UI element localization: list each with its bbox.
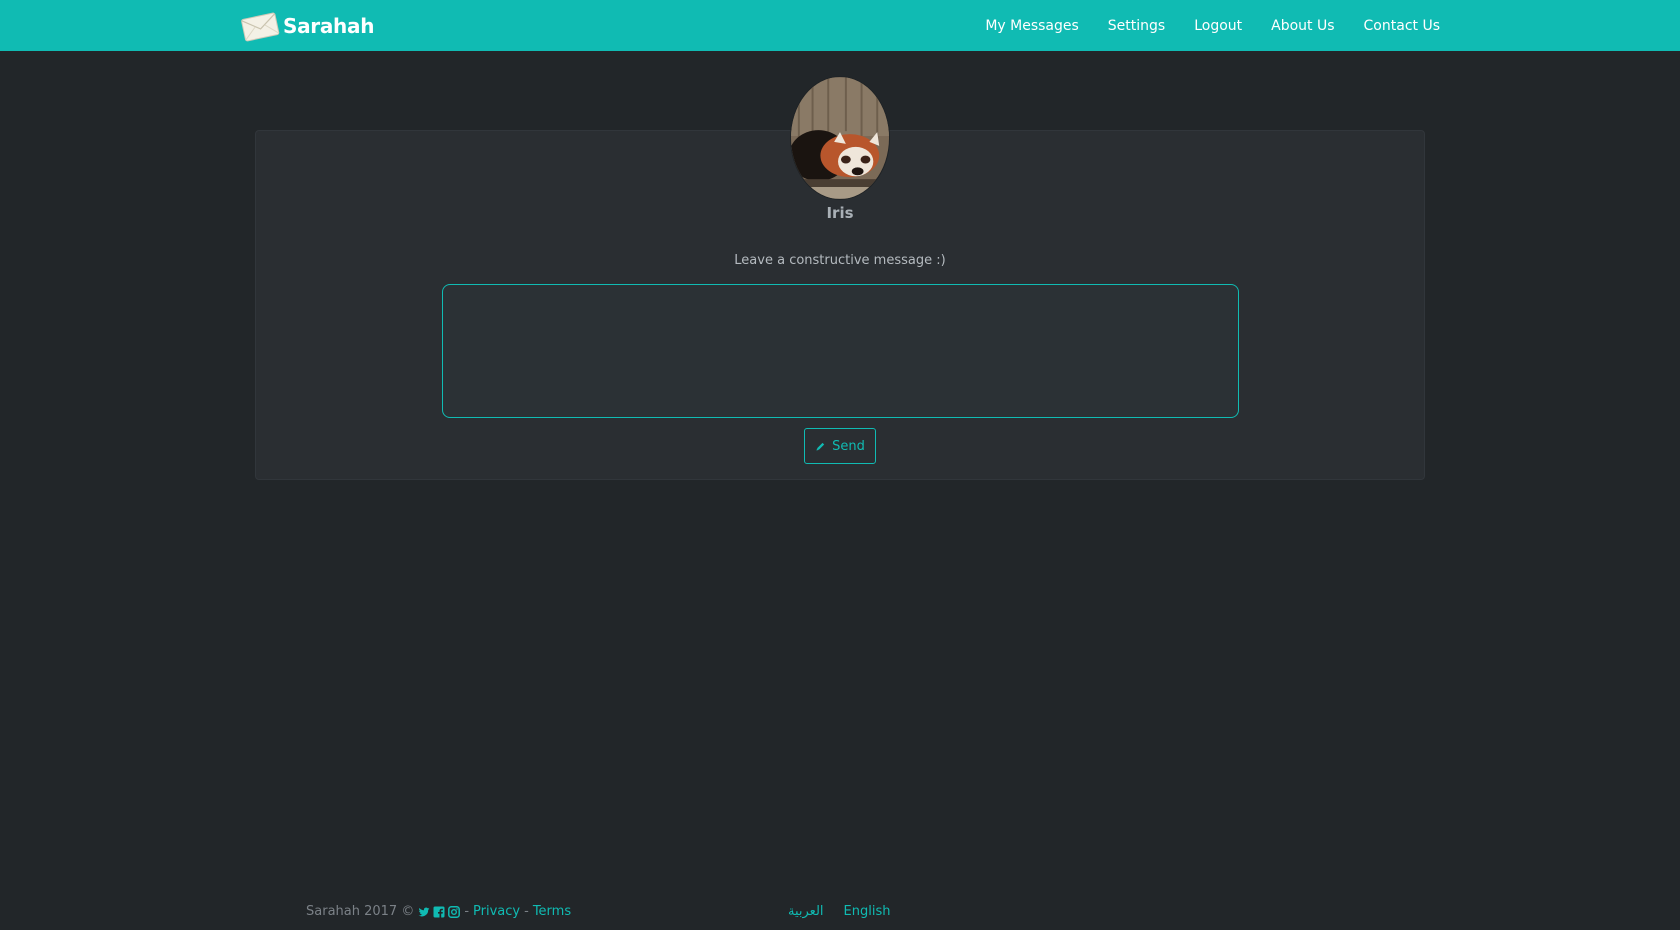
pencil-icon [816,442,825,451]
facebook-icon[interactable] [433,906,445,918]
send-button[interactable]: Send [804,428,876,464]
profile-name: Iris [826,204,854,222]
footer-separator: - [464,904,470,919]
nav-logout[interactable]: Logout [1194,18,1242,34]
brand-name: Sarahah [283,14,375,38]
terms-link[interactable]: Terms [533,904,571,919]
envelope-logo-icon [241,12,280,42]
main-nav: My Messages Settings Logout About Us Con… [985,0,1440,51]
privacy-link[interactable]: Privacy [473,904,520,919]
send-button-label: Send [832,438,865,454]
nav-about-us[interactable]: About Us [1271,18,1334,34]
copyright-text: Sarahah 2017 © [306,904,415,919]
message-input[interactable] [442,284,1239,418]
top-navbar: Sarahah My Messages Settings Logout Abou… [0,0,1680,51]
language-switcher: العربية English [788,904,890,919]
nav-contact-us[interactable]: Contact Us [1364,18,1440,34]
footer-left: Sarahah 2017 © - Privacy - Terms [306,904,571,919]
footer-separator: - [524,904,529,919]
nav-my-messages[interactable]: My Messages [985,18,1078,34]
instagram-icon[interactable] [448,905,461,918]
red-panda-photo [791,77,889,199]
language-english[interactable]: English [844,904,891,919]
footer: Sarahah 2017 © - Privacy - Terms العربية… [0,896,1680,930]
message-prompt: Leave a constructive message :) [734,253,946,268]
language-arabic[interactable]: العربية [788,904,824,919]
social-links [418,905,461,918]
avatar [790,76,890,200]
twitter-icon[interactable] [418,906,430,918]
nav-settings[interactable]: Settings [1108,18,1165,34]
brand-logo-link[interactable]: Sarahah [240,9,374,43]
